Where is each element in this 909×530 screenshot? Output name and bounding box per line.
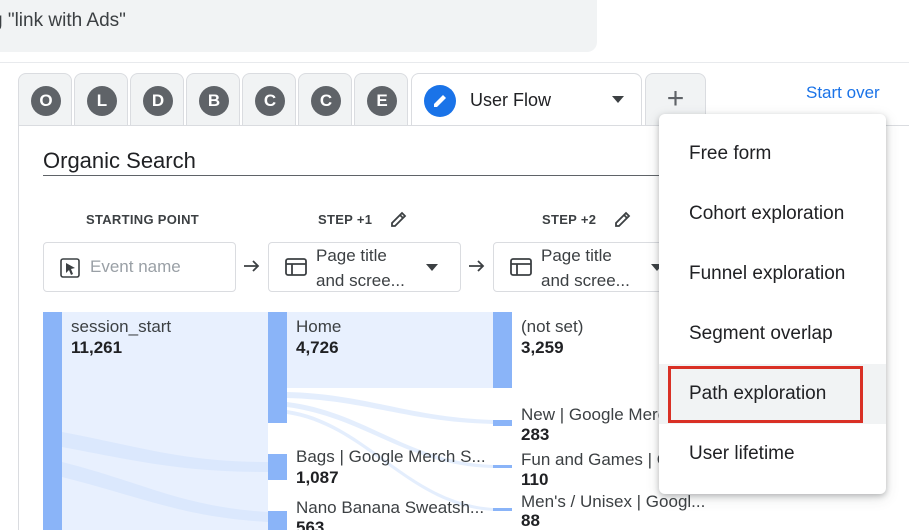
event-name-placeholder: Event name bbox=[90, 257, 181, 276]
step2-heading: STEP +2 bbox=[542, 212, 597, 227]
node-value: 110 bbox=[521, 470, 549, 489]
node-label: Bags | Google Merch S... bbox=[296, 447, 486, 466]
arrow-right-icon bbox=[242, 256, 262, 281]
tab-label: User Flow bbox=[470, 90, 552, 110]
flow-node-bar[interactable] bbox=[268, 511, 287, 530]
chevron-down-icon bbox=[426, 264, 438, 271]
node-label: Men's / Unisex | Googl... bbox=[521, 492, 706, 511]
node-value: 4,726 bbox=[296, 338, 339, 357]
tab-o[interactable]: O bbox=[18, 73, 72, 125]
node-label: New | Google Merc bbox=[521, 405, 659, 424]
flow-node-bar[interactable] bbox=[493, 312, 512, 388]
step1-heading: STEP +1 bbox=[318, 212, 373, 227]
technique-menu: Free form Cohort exploration Funnel expl… bbox=[659, 114, 886, 494]
tab-user-flow[interactable]: User Flow bbox=[411, 73, 642, 126]
edit-step2-icon[interactable] bbox=[613, 209, 633, 234]
menu-item-free-form[interactable]: Free form bbox=[659, 124, 886, 184]
starting-point-event-input[interactable]: Event name bbox=[43, 242, 236, 292]
flow-node-bar[interactable] bbox=[268, 454, 287, 480]
node-value: 563 bbox=[296, 518, 325, 530]
flow-node-bar[interactable] bbox=[493, 508, 512, 511]
dropdown-line2: and scree... bbox=[316, 271, 405, 290]
tab-letter: D bbox=[143, 86, 173, 116]
node-label: Fun and Games | G bbox=[521, 450, 659, 469]
search-query-text: g "link with Ads" bbox=[0, 10, 126, 31]
tab-c-2[interactable]: C bbox=[298, 73, 352, 125]
top-divider bbox=[0, 62, 909, 63]
tab-e[interactable]: E bbox=[354, 73, 408, 125]
edit-step1-icon[interactable] bbox=[389, 209, 409, 234]
tab-letter: L bbox=[87, 86, 117, 116]
tab-letter: C bbox=[311, 86, 341, 116]
search-bar[interactable]: g "link with Ads" bbox=[0, 0, 597, 52]
cursor-select-icon bbox=[60, 258, 80, 283]
highlight-annotation bbox=[668, 366, 863, 423]
node-value: 3,259 bbox=[521, 338, 564, 357]
tab-d[interactable]: D bbox=[130, 73, 184, 125]
start-over-link[interactable]: Start over bbox=[806, 83, 880, 103]
node-label: session_start bbox=[71, 317, 172, 336]
tab-l[interactable]: L bbox=[74, 73, 128, 125]
step2-dimension-dropdown[interactable]: Page title and scree... bbox=[493, 242, 686, 292]
segment-underline bbox=[43, 175, 683, 176]
starting-point-heading: STARTING POINT bbox=[86, 212, 200, 227]
tab-c-1[interactable]: C bbox=[242, 73, 296, 125]
node-value: 283 bbox=[521, 425, 550, 444]
table-icon bbox=[285, 257, 307, 282]
flow-node-bar[interactable] bbox=[43, 312, 62, 530]
dropdown-value: Page title and scree... bbox=[541, 243, 630, 293]
dropdown-value: Page title and scree... bbox=[316, 243, 405, 293]
tab-letter: B bbox=[199, 86, 229, 116]
table-icon bbox=[510, 257, 532, 282]
node-value: 88 bbox=[521, 511, 540, 530]
chevron-down-icon[interactable] bbox=[612, 96, 624, 103]
flow-node-bar[interactable] bbox=[268, 312, 287, 423]
pencil-icon bbox=[424, 85, 456, 117]
tab-letter: C bbox=[255, 86, 285, 116]
dropdown-line1: Page title bbox=[316, 246, 387, 265]
tab-letter: O bbox=[31, 86, 61, 116]
dropdown-line1: Page title bbox=[541, 246, 612, 265]
segment-title: Organic Search bbox=[43, 148, 196, 173]
menu-item-user-lifetime[interactable]: User lifetime bbox=[659, 424, 886, 484]
menu-item-funnel-exploration[interactable]: Funnel exploration bbox=[659, 244, 886, 304]
menu-item-cohort-exploration[interactable]: Cohort exploration bbox=[659, 184, 886, 244]
flow-node-bar[interactable] bbox=[493, 465, 512, 468]
dropdown-line2: and scree... bbox=[541, 271, 630, 290]
tab-b[interactable]: B bbox=[186, 73, 240, 125]
tab-letter: E bbox=[367, 86, 397, 116]
step1-dimension-dropdown[interactable]: Page title and scree... bbox=[268, 242, 461, 292]
node-label: (not set) bbox=[521, 317, 584, 336]
flow-node-bar[interactable] bbox=[493, 420, 512, 426]
node-value: 11,261 bbox=[71, 338, 123, 357]
node-label: Nano Banana Sweatsh... bbox=[296, 498, 485, 517]
arrow-right-icon bbox=[467, 256, 487, 281]
node-value: 1,087 bbox=[296, 468, 339, 487]
menu-item-segment-overlap[interactable]: Segment overlap bbox=[659, 304, 886, 364]
node-label: Home bbox=[296, 317, 342, 336]
